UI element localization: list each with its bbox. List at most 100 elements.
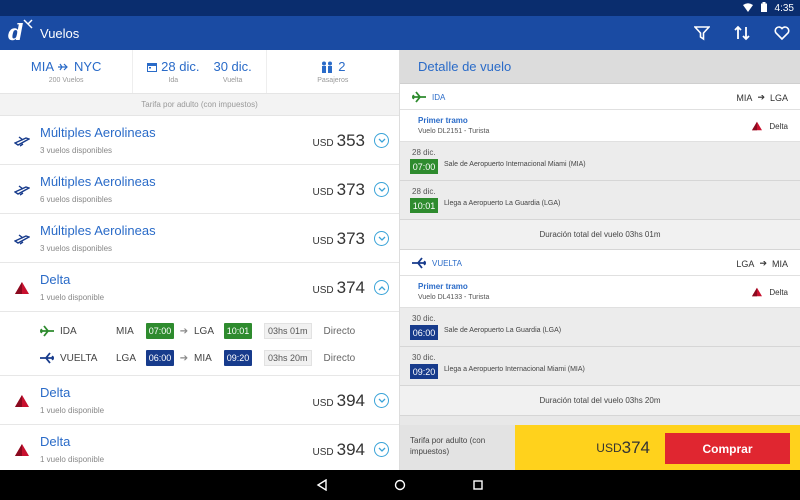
availability: 1 vuelo disponible [40,406,105,415]
segment-type: Directo [323,352,356,364]
route-from: MIA [30,59,54,74]
expand-button[interactable] [374,231,389,246]
tramo-title: Primer tramo [418,116,468,125]
status-time: 4:35 [774,3,794,14]
sort-icon[interactable] [732,23,752,43]
availability: 1 vuelo disponible [40,455,105,464]
detail-title: Detalle de vuelo [400,50,800,84]
price: USD 373 [312,229,366,248]
price: USD 374 [312,278,366,297]
expand-button[interactable] [374,393,389,408]
home-icon[interactable] [392,477,408,493]
availability: 3 vuelos disponibles [40,146,113,155]
delta-logo-icon [752,287,763,297]
expand-button[interactable] [374,133,389,148]
airline-name: Delta [40,272,71,287]
footer-tarifa-label: Tarifa por adulto (con impuestos) [400,425,515,470]
chevron-down-icon [378,447,385,452]
detail-route: LGA ➔ MIA [736,258,788,269]
detail-route: MIA ➔ LGA [736,92,788,103]
app-bar: d Vuelos [0,16,800,50]
result-row[interactable]: Múltiples Aerolineas 3 vuelos disponible… [0,116,399,165]
multi-airline-icon [14,234,30,245]
passengers-count: 2 [338,59,346,74]
tramo-airline: Delta [751,121,788,131]
direction-label: VUELTA [432,259,462,268]
expanded-itinerary: IDA MIA 07:00 ➔ LGA 10:01 03hs 01m Direc… [0,312,399,376]
detail-ida-arrival: 28 dic. 10:01 Llega a Aeropuerto La Guar… [400,181,800,220]
arrow-right-icon: ➔ [759,258,767,268]
route-summary[interactable]: MIA NYC 200 Vuelos [0,50,134,93]
stop-date: 30 dic. [412,353,436,362]
app-actions [692,23,792,43]
tramo-title: Primer tramo [418,282,468,291]
date-out-label: Ida [168,77,179,84]
plane-route-icon [58,63,68,70]
date-out: 28 dic. [161,59,200,74]
result-row[interactable]: Múltiples Aerolineas 3 vuelos disponible… [0,214,399,263]
chevron-down-icon [378,398,385,403]
route-to: LGA [769,92,788,103]
multi-airline-icon [14,136,30,147]
availability: 6 vuelos disponibles [40,195,113,204]
detail-ida-departure: 28 dic. 07:00 Sale de Aeropuerto Interna… [400,142,800,181]
plane-departure-icon [412,91,426,103]
result-row[interactable]: Delta 1 vuelo disponible USD 394 [0,425,399,470]
flight-number: Vuelo DL2151 - Turista [418,128,490,135]
collapse-button[interactable] [374,280,389,295]
segment-duration: 03hs 01m [264,323,312,339]
stop-time: 07:00 [410,159,438,174]
arrow-right-icon: ➔ [757,92,765,102]
calendar-icon [147,62,158,72]
segment-duration: 03hs 20m [264,350,312,366]
arrow-right-icon: ➔ [179,325,189,337]
passengers-icon [322,61,333,73]
filter-icon[interactable] [692,23,712,43]
purchase-bar: Tarifa por adulto (con impuestos) USD 37… [400,425,800,470]
status-bar: 4:35 [0,0,800,16]
route-from: LGA [736,258,755,269]
price: USD 353 [312,131,366,150]
delta-logo-icon [15,282,29,294]
detail-ida-tramo: Primer tramo Vuelo DL2151 - Turista Delt… [400,110,800,142]
result-row[interactable]: Delta 1 vuelo disponible USD 394 [0,376,399,425]
stop-time: 10:01 [410,198,438,213]
airline-name: Delta [40,434,71,449]
price: USD 394 [312,391,366,410]
plane-return-icon [40,352,54,364]
price: USD 373 [312,180,366,199]
footer-price: USD 374 [515,425,660,470]
segment-to: MIA [194,352,212,364]
availability: 3 vuelos disponibles [40,244,113,253]
chevron-down-icon [378,236,385,241]
dates-summary[interactable]: 28 dic. Ida 30 dic. Vuelta [133,50,267,93]
chevron-down-icon [378,138,385,143]
expand-button[interactable] [374,442,389,457]
stop-description: Llega a Aeropuerto La Guardia (LGA) [444,200,561,207]
system-nav-bar [0,470,800,500]
passengers-summary[interactable]: 2 Pasajeros [267,50,399,93]
departure-time: 06:00 [146,350,174,366]
buy-button[interactable]: Comprar [665,433,790,464]
expand-button[interactable] [374,182,389,197]
delta-logo-icon [752,121,763,131]
flight-number: Vuelo DL4133 - Turista [418,294,490,301]
result-row-selected[interactable]: Delta 1 vuelo disponible USD 374 [0,263,399,312]
segment-ida[interactable]: IDA MIA 07:00 ➔ LGA 10:01 03hs 01m Direc… [0,320,399,342]
recents-icon[interactable] [470,477,486,493]
detail-ida-total: Duración total del vuelo 03hs 01m [400,220,800,250]
search-summary: MIA NYC 200 Vuelos 28 dic. Ida 30 dic. V… [0,50,399,94]
flights-count: 200 Vuelos [48,77,84,84]
app-logo-letter: d [8,20,24,46]
detail-vuelta-arrival: 30 dic. 09:20 Llega a Aeropuerto Interna… [400,347,800,386]
delta-logo-icon [15,444,29,456]
stop-time: 09:20 [410,364,438,379]
app-logo: d [8,19,34,46]
favorite-heart-icon[interactable] [772,23,792,43]
back-icon[interactable] [314,477,330,493]
plane-return-icon [412,257,426,269]
segment-vuelta[interactable]: VUELTA LGA 06:00 ➔ MIA 09:20 03hs 20m Di… [0,347,399,369]
stop-date: 28 dic. [412,148,436,157]
route-from: MIA [736,92,753,103]
result-row[interactable]: Múltiples Aerolineas 6 vuelos disponible… [0,165,399,214]
